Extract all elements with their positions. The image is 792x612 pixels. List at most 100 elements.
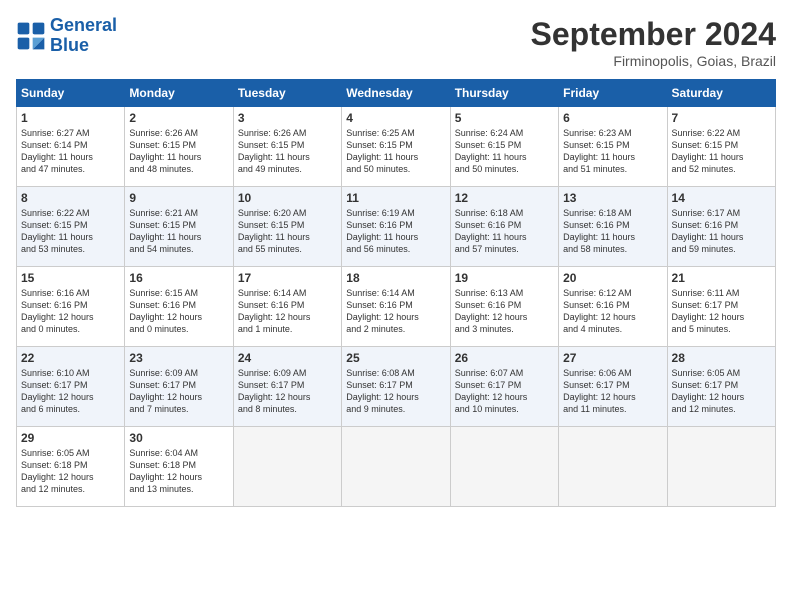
day-number: 17 (238, 271, 337, 285)
day-number: 28 (672, 351, 771, 365)
day-number: 29 (21, 431, 120, 445)
location-title: Firminopolis, Goias, Brazil (531, 53, 776, 69)
calendar-cell: 3Sunrise: 6:26 AM Sunset: 6:15 PM Daylig… (233, 107, 341, 187)
day-number: 6 (563, 111, 662, 125)
day-info: Sunrise: 6:20 AM Sunset: 6:15 PM Dayligh… (238, 207, 337, 256)
day-info: Sunrise: 6:04 AM Sunset: 6:18 PM Dayligh… (129, 447, 228, 496)
day-number: 23 (129, 351, 228, 365)
calendar-cell: 18 Sunrise: 6:14 AM Sunset: 6:16 PM Dayli… (342, 267, 450, 347)
day-info: Sunrise: 6:10 AM Sunset: 6:17 PM Dayligh… (21, 367, 120, 416)
calendar-cell: 13 Sunrise: 6:18 AM Sunset: 6:16 PM Dayli… (559, 187, 667, 267)
calendar-cell: 28 Sunrise: 6:05 AM Sunset: 6:17 PM Dayli… (667, 347, 775, 427)
day-number: 27 (563, 351, 662, 365)
calendar-cell: 14 Sunrise: 6:17 AM Sunset: 6:16 PM Dayli… (667, 187, 775, 267)
calendar-row-4: 22 Sunrise: 6:10 AM Sunset: 6:17 PM Dayli… (17, 347, 776, 427)
day-number: 12 (455, 191, 554, 205)
logo-text: General Blue (50, 16, 117, 56)
day-info: Sunrise: 6:22 AM Sunset: 6:15 PM Dayligh… (672, 127, 771, 176)
day-number: 22 (21, 351, 120, 365)
day-info: Sunrise: 6:05 AM Sunset: 6:17 PM Dayligh… (672, 367, 771, 416)
day-number: 4 (346, 111, 445, 125)
calendar-cell: 6 Sunrise: 6:23 AM Sunset: 6:15 PM Daylig… (559, 107, 667, 187)
calendar-cell: 22 Sunrise: 6:10 AM Sunset: 6:17 PM Dayli… (17, 347, 125, 427)
col-saturday: Saturday (667, 80, 775, 107)
calendar-cell: 16 Sunrise: 6:15 AM Sunset: 6:16 PM Dayli… (125, 267, 233, 347)
page-header: General Blue September 2024 Firminopolis… (16, 16, 776, 69)
title-block: September 2024 Firminopolis, Goias, Braz… (531, 16, 776, 69)
day-number: 19 (455, 271, 554, 285)
day-number: 20 (563, 271, 662, 285)
day-info: Sunrise: 6:09 AM Sunset: 6:17 PM Dayligh… (238, 367, 337, 416)
logo: General Blue (16, 16, 117, 56)
day-info: Sunrise: 6:21 AM Sunset: 6:15 PM Dayligh… (129, 207, 228, 256)
calendar-cell: 12 Sunrise: 6:18 AM Sunset: 6:16 PM Dayli… (450, 187, 558, 267)
calendar-cell: 26Sunrise: 6:07 AM Sunset: 6:17 PM Dayli… (450, 347, 558, 427)
day-number: 8 (21, 191, 120, 205)
calendar-cell: 19Sunrise: 6:13 AM Sunset: 6:16 PM Dayli… (450, 267, 558, 347)
day-number: 1 (21, 111, 120, 125)
day-info: Sunrise: 6:14 AM Sunset: 6:16 PM Dayligh… (346, 287, 445, 336)
day-number: 25 (346, 351, 445, 365)
day-number: 16 (129, 271, 228, 285)
day-number: 10 (238, 191, 337, 205)
calendar-cell: 8 Sunrise: 6:22 AM Sunset: 6:15 PM Daylig… (17, 187, 125, 267)
calendar-cell: 24 Sunrise: 6:09 AM Sunset: 6:17 PM Dayli… (233, 347, 341, 427)
calendar-cell: 20 Sunrise: 6:12 AM Sunset: 6:16 PM Dayli… (559, 267, 667, 347)
logo-blue: Blue (50, 35, 89, 55)
calendar-row-1: 1 Sunrise: 6:27 AM Sunset: 6:14 PM Daylig… (17, 107, 776, 187)
calendar-cell (450, 427, 558, 507)
calendar-cell (342, 427, 450, 507)
calendar-table: Sunday Monday Tuesday Wednesday Thursday… (16, 79, 776, 507)
calendar-cell: 21 Sunrise: 6:11 AM Sunset: 6:17 PM Dayli… (667, 267, 775, 347)
calendar-cell: 29Sunrise: 6:05 AM Sunset: 6:18 PM Dayli… (17, 427, 125, 507)
day-number: 5 (455, 111, 554, 125)
day-info: Sunrise: 6:18 AM Sunset: 6:16 PM Dayligh… (563, 207, 662, 256)
day-info: Sunrise: 6:27 AM Sunset: 6:14 PM Dayligh… (21, 127, 120, 176)
calendar-row-5: 29Sunrise: 6:05 AM Sunset: 6:18 PM Dayli… (17, 427, 776, 507)
calendar-cell: 27 Sunrise: 6:06 AM Sunset: 6:17 PM Dayli… (559, 347, 667, 427)
day-info: Sunrise: 6:15 AM Sunset: 6:16 PM Dayligh… (129, 287, 228, 336)
day-number: 26 (455, 351, 554, 365)
day-number: 2 (129, 111, 228, 125)
day-info: Sunrise: 6:22 AM Sunset: 6:15 PM Dayligh… (21, 207, 120, 256)
calendar-cell: 7 Sunrise: 6:22 AM Sunset: 6:15 PM Daylig… (667, 107, 775, 187)
calendar-row-2: 8 Sunrise: 6:22 AM Sunset: 6:15 PM Daylig… (17, 187, 776, 267)
day-info: Sunrise: 6:18 AM Sunset: 6:16 PM Dayligh… (455, 207, 554, 256)
day-info: Sunrise: 6:19 AM Sunset: 6:16 PM Dayligh… (346, 207, 445, 256)
day-info: Sunrise: 6:11 AM Sunset: 6:17 PM Dayligh… (672, 287, 771, 336)
calendar-cell: 30Sunrise: 6:04 AM Sunset: 6:18 PM Dayli… (125, 427, 233, 507)
col-sunday: Sunday (17, 80, 125, 107)
col-friday: Friday (559, 80, 667, 107)
calendar-cell (559, 427, 667, 507)
calendar-cell: 2Sunrise: 6:26 AM Sunset: 6:15 PM Daylig… (125, 107, 233, 187)
day-info: Sunrise: 6:25 AM Sunset: 6:15 PM Dayligh… (346, 127, 445, 176)
day-number: 15 (21, 271, 120, 285)
header-row: Sunday Monday Tuesday Wednesday Thursday… (17, 80, 776, 107)
day-number: 21 (672, 271, 771, 285)
day-info: Sunrise: 6:17 AM Sunset: 6:16 PM Dayligh… (672, 207, 771, 256)
day-info: Sunrise: 6:08 AM Sunset: 6:17 PM Dayligh… (346, 367, 445, 416)
day-number: 13 (563, 191, 662, 205)
col-thursday: Thursday (450, 80, 558, 107)
day-number: 9 (129, 191, 228, 205)
calendar-cell: 1 Sunrise: 6:27 AM Sunset: 6:14 PM Daylig… (17, 107, 125, 187)
day-number: 7 (672, 111, 771, 125)
day-number: 24 (238, 351, 337, 365)
calendar-cell: 23 Sunrise: 6:09 AM Sunset: 6:17 PM Dayli… (125, 347, 233, 427)
day-number: 14 (672, 191, 771, 205)
calendar-cell: 10 Sunrise: 6:20 AM Sunset: 6:15 PM Dayli… (233, 187, 341, 267)
day-info: Sunrise: 6:12 AM Sunset: 6:16 PM Dayligh… (563, 287, 662, 336)
calendar-cell: 15Sunrise: 6:16 AM Sunset: 6:16 PM Dayli… (17, 267, 125, 347)
day-number: 3 (238, 111, 337, 125)
logo-icon (16, 21, 46, 51)
col-monday: Monday (125, 80, 233, 107)
day-number: 18 (346, 271, 445, 285)
logo-general: General (50, 15, 117, 35)
calendar-cell: 9 Sunrise: 6:21 AM Sunset: 6:15 PM Daylig… (125, 187, 233, 267)
day-info: Sunrise: 6:23 AM Sunset: 6:15 PM Dayligh… (563, 127, 662, 176)
day-info: Sunrise: 6:09 AM Sunset: 6:17 PM Dayligh… (129, 367, 228, 416)
calendar-cell: 5Sunrise: 6:24 AM Sunset: 6:15 PM Daylig… (450, 107, 558, 187)
day-info: Sunrise: 6:06 AM Sunset: 6:17 PM Dayligh… (563, 367, 662, 416)
month-title: September 2024 (531, 16, 776, 53)
calendar-row-3: 15Sunrise: 6:16 AM Sunset: 6:16 PM Dayli… (17, 267, 776, 347)
